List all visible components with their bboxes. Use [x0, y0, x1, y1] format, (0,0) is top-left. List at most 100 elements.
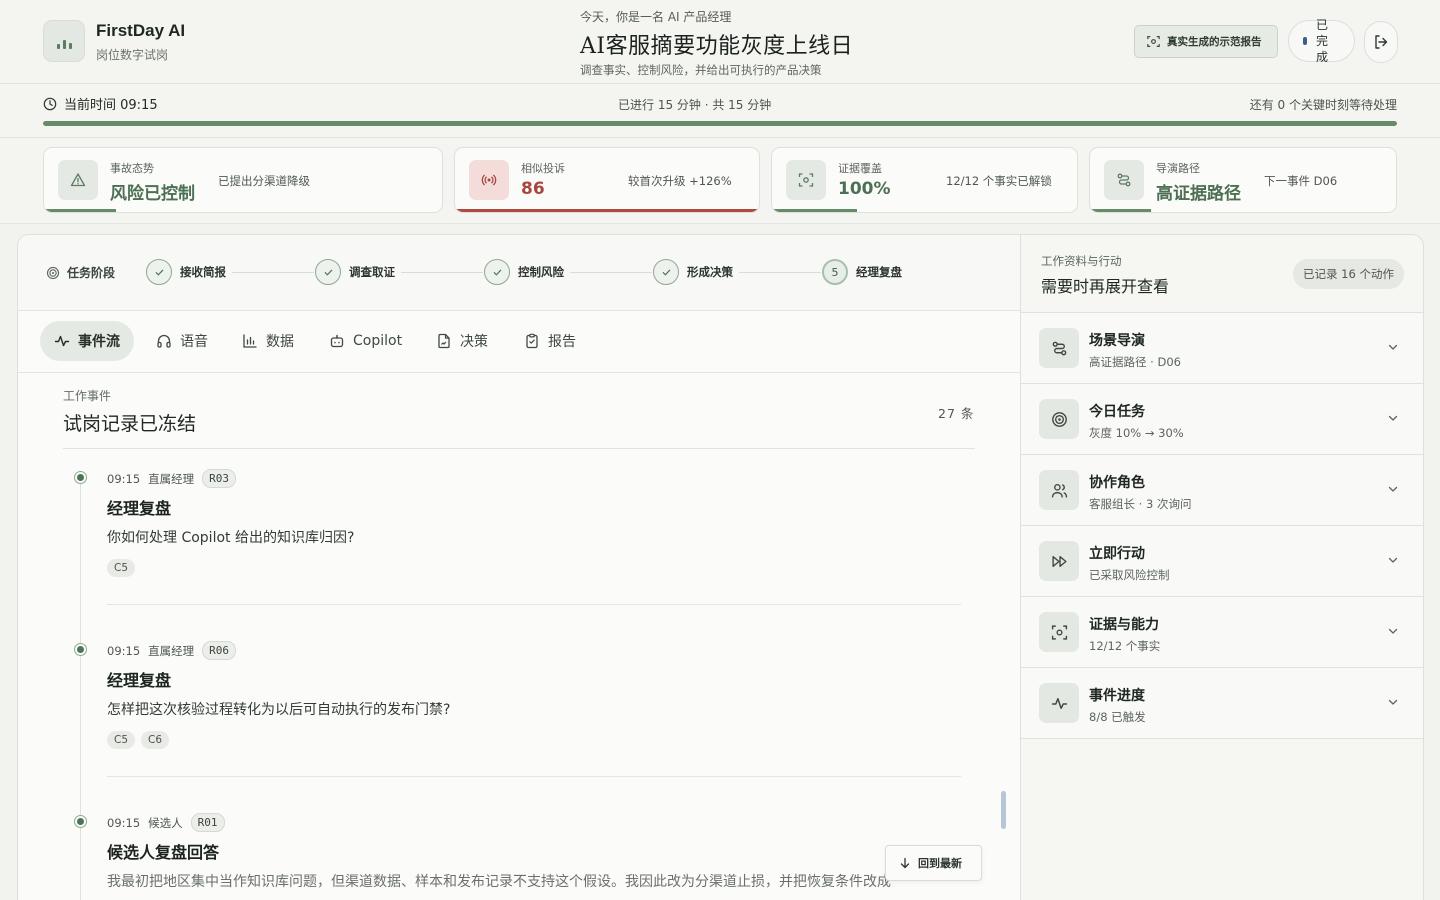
headphones-icon: [157, 334, 171, 348]
time-bar: 当前时间 09:15 已进行 15 分钟 · 共 15 分钟 还有 0 个关键时…: [0, 84, 1440, 138]
timeline-node: [74, 643, 87, 656]
event-separator: [107, 776, 961, 777]
tab-data[interactable]: 数据: [228, 321, 308, 361]
stat-value: 高证据路径: [1156, 184, 1241, 204]
timeline-line: [80, 479, 81, 900]
accordion-subtitle: 已采取风险控制: [1089, 568, 1170, 582]
fast-forward-icon: [1039, 541, 1079, 581]
brand-subtitle: 岗位数字试岗: [96, 48, 169, 62]
main-panel: 任务阶段 接收简报 调查取证 控制风险 形成决策 5 经理复盘 事件流 语音 数…: [17, 234, 1021, 900]
check-icon: [484, 259, 510, 285]
tab-copilot[interactable]: Copilot: [315, 321, 416, 361]
event-title: 候选人复盘回答: [107, 843, 220, 862]
check-icon: [653, 259, 679, 285]
competency-chip[interactable]: C5: [107, 731, 136, 749]
actions-recorded-badge: 已记录 16 个动作: [1293, 259, 1404, 289]
accordion-title: 场景导演: [1089, 333, 1145, 349]
jump-to-latest-button[interactable]: 回到最新: [885, 845, 982, 881]
route-icon: [1039, 328, 1079, 368]
chevron-down-icon: [1388, 557, 1398, 563]
stage-decision[interactable]: 形成决策: [653, 259, 733, 285]
tab-event-flow[interactable]: 事件流: [40, 321, 134, 361]
stat-bar: [455, 209, 759, 212]
side-panel: 工作资料与行动 需要时再展开查看 已记录 16 个动作 场景导演 高证据路径 ·…: [1020, 234, 1424, 900]
scenario-subtitle: 调查事实、控制风险，并给出可执行的产品决策: [580, 63, 822, 77]
stat-bar: [1090, 209, 1152, 212]
accordion-subtitle: 12/12 个事实: [1089, 639, 1161, 653]
event-tag[interactable]: R06: [202, 641, 237, 660]
accordion-immediate-action[interactable]: 立即行动 已采取风险控制: [1021, 526, 1423, 597]
stage-control-risk[interactable]: 控制风险: [484, 259, 564, 285]
feed-scrollbar[interactable]: [1001, 791, 1006, 829]
stat-card-complaints: 相似投诉 86 较首次升级 +126%: [454, 147, 760, 213]
competency-chip[interactable]: C6: [141, 731, 170, 749]
event-body: 怎样把这次核验过程转化为以后可自动执行的发布门禁?: [107, 702, 451, 718]
status-badge: 已完成: [1288, 18, 1355, 64]
accordion-evidence[interactable]: 证据与能力 12/12 个事实: [1021, 597, 1423, 668]
bar-chart-icon: [243, 334, 257, 348]
event-tag[interactable]: R01: [190, 813, 225, 832]
target-icon: [1039, 399, 1079, 439]
tab-label: 决策: [460, 334, 488, 350]
bot-icon: [330, 334, 344, 348]
stage-label: 形成决策: [687, 265, 733, 279]
stat-label: 导演路径: [1156, 162, 1200, 175]
tab-label: 事件流: [78, 334, 120, 350]
event-chips: C5 C6: [107, 731, 170, 749]
stat-note: 较首次升级 +126%: [628, 174, 732, 188]
logout-button[interactable]: [1364, 21, 1398, 63]
stat-value: 风险已控制: [110, 184, 195, 204]
page-title: AI客服摘要功能灰度上线日: [580, 34, 854, 59]
scan-icon: [1147, 36, 1160, 47]
accordion-event-progress[interactable]: 事件进度 8/8 已触发: [1021, 668, 1423, 739]
tab-label: 报告: [548, 334, 576, 350]
task-stages-heading: 任务阶段: [46, 264, 115, 281]
logout-icon: [1375, 35, 1388, 49]
stat-bar: [772, 209, 858, 212]
timeline-node: [74, 815, 87, 828]
stage-manager-review[interactable]: 5 经理复盘: [822, 259, 902, 285]
accordion-collaborators[interactable]: 协作角色 客服组长 · 3 次询问: [1021, 455, 1423, 526]
stage-label: 调查取证: [349, 265, 395, 279]
event-separator: [107, 604, 961, 605]
stage-brief[interactable]: 接收简报: [146, 259, 226, 285]
timeline-node: [74, 471, 87, 484]
tab-label: 数据: [266, 334, 294, 350]
tab-voice[interactable]: 语音: [142, 321, 222, 361]
competency-chip[interactable]: C5: [107, 559, 136, 577]
event-meta: 09:15 直属经理 R03: [107, 469, 237, 488]
tab-label: 语音: [180, 334, 208, 350]
stage-connector: [401, 272, 483, 273]
demo-report-label: 真实生成的示范报告: [1167, 36, 1262, 48]
activity-icon: [54, 335, 70, 347]
activity-icon: [1039, 683, 1079, 723]
brand-name: FirstDay AI: [96, 21, 186, 40]
chevron-down-icon: [1388, 699, 1398, 705]
feed-divider: [63, 448, 975, 449]
stage-label: 经理复盘: [856, 265, 902, 279]
accordion-today-task[interactable]: 今日任务 灰度 10% → 30%: [1021, 384, 1423, 455]
stats-row: 事故态势 风险已控制 已提出分渠道降级 相似投诉 86 较首次升级 +126% …: [0, 138, 1440, 224]
side-kicker: 工作资料与行动: [1041, 254, 1122, 268]
event-time: 09:15: [107, 815, 141, 830]
stage-investigate[interactable]: 调查取证: [315, 259, 395, 285]
clipboard-icon: [526, 333, 538, 349]
accordion-subtitle: 8/8 已触发: [1089, 710, 1146, 724]
stage-number: 5: [822, 259, 848, 285]
chevron-down-icon: [1388, 344, 1398, 350]
stat-note: 下一事件 D06: [1264, 174, 1338, 188]
accordion-title: 今日任务: [1089, 404, 1145, 420]
stage-connector: [232, 272, 314, 273]
demo-report-button[interactable]: 真实生成的示范报告: [1134, 25, 1278, 58]
route-icon: [1104, 160, 1144, 200]
event-tag[interactable]: R03: [202, 469, 237, 488]
accordion-scene-director[interactable]: 场景导演 高证据路径 · D06: [1021, 313, 1423, 384]
tab-report[interactable]: 报告: [510, 321, 590, 361]
time-progress-fill: [43, 121, 1397, 126]
current-time: 当前时间 09:15: [43, 94, 158, 113]
stat-card-incident: 事故态势 风险已控制 已提出分渠道降级: [43, 147, 443, 213]
tab-decision[interactable]: 决策: [422, 321, 502, 361]
stage-label: 接收简报: [180, 265, 226, 279]
accordion-title: 协作角色: [1089, 475, 1145, 491]
users-icon: [1039, 470, 1079, 510]
